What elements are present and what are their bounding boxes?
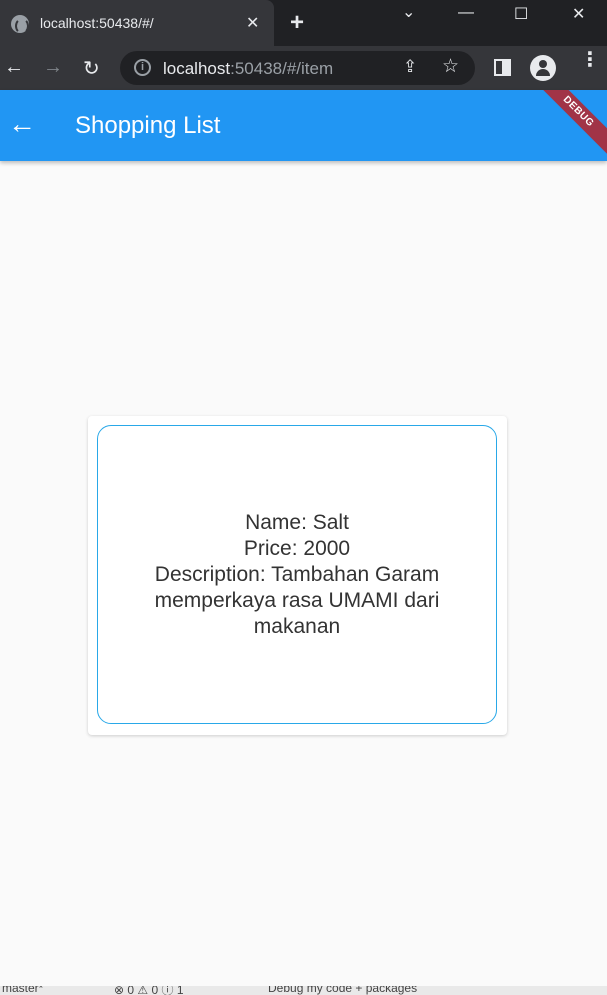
git-branch[interactable]: master* <box>2 986 43 995</box>
url-host: localhost <box>163 59 231 78</box>
debug-banner: DEBUG <box>525 90 607 161</box>
side-panel-icon[interactable] <box>494 59 511 76</box>
item-card: Name: Salt Price: 2000 Description: Tamb… <box>88 416 507 735</box>
info-icon[interactable]: i <box>134 59 151 76</box>
bookmark-star-icon[interactable]: ☆ <box>442 55 459 78</box>
more-menu-icon[interactable]: ⋮ <box>580 50 600 70</box>
problems-count[interactable]: ⊗ 0 ⚠ 0 ⓘ 1 <box>114 986 184 995</box>
tab-search-icon[interactable]: ⌄ <box>402 2 415 22</box>
debug-config[interactable]: Debug my code + packages <box>268 986 417 995</box>
ide-status-bar: master* ⊗ 0 ⚠ 0 ⓘ 1 Debug my code + pack… <box>0 986 607 995</box>
minimize-icon[interactable]: — <box>458 4 474 22</box>
globe-icon <box>11 15 29 34</box>
item-description: Description: Tambahan Garam memperkaya r… <box>154 562 440 638</box>
tab-close-icon[interactable]: ✕ <box>246 13 259 33</box>
tab-title: localhost:50438/#/ <box>40 15 154 31</box>
browser-tabstrip: localhost:50438/#/ ✕ + ⌄ — ☐ ✕ <box>0 0 607 46</box>
new-tab-button[interactable]: + <box>290 9 304 37</box>
reload-icon[interactable]: ↻ <box>83 56 100 81</box>
url-text[interactable]: localhost:50438/#/item <box>163 59 333 79</box>
app-bar: ← Shopping List DEBUG <box>0 90 607 161</box>
forward-nav-icon[interactable]: → <box>43 56 63 79</box>
item-details-box: Name: Salt Price: 2000 Description: Tamb… <box>97 425 497 724</box>
profile-avatar-icon[interactable] <box>530 55 556 81</box>
window-close-icon[interactable]: ✕ <box>572 4 585 24</box>
back-nav-icon[interactable]: ← <box>4 56 24 79</box>
url-path: :50438/#/item <box>230 59 334 78</box>
browser-toolbar: ← → ↻ i localhost:50438/#/item ⇪ ☆ ⋮ <box>0 46 607 90</box>
address-bar[interactable]: i localhost:50438/#/item ⇪ ☆ <box>120 51 475 85</box>
browser-tab[interactable]: localhost:50438/#/ ✕ <box>0 0 274 46</box>
item-name: Name: Salt <box>245 510 349 534</box>
back-arrow-icon[interactable]: ← <box>8 110 36 138</box>
share-icon[interactable]: ⇪ <box>403 57 417 77</box>
item-price: Price: 2000 <box>243 536 351 560</box>
maximize-icon[interactable]: ☐ <box>514 4 528 24</box>
page-title: Shopping List <box>75 112 221 139</box>
